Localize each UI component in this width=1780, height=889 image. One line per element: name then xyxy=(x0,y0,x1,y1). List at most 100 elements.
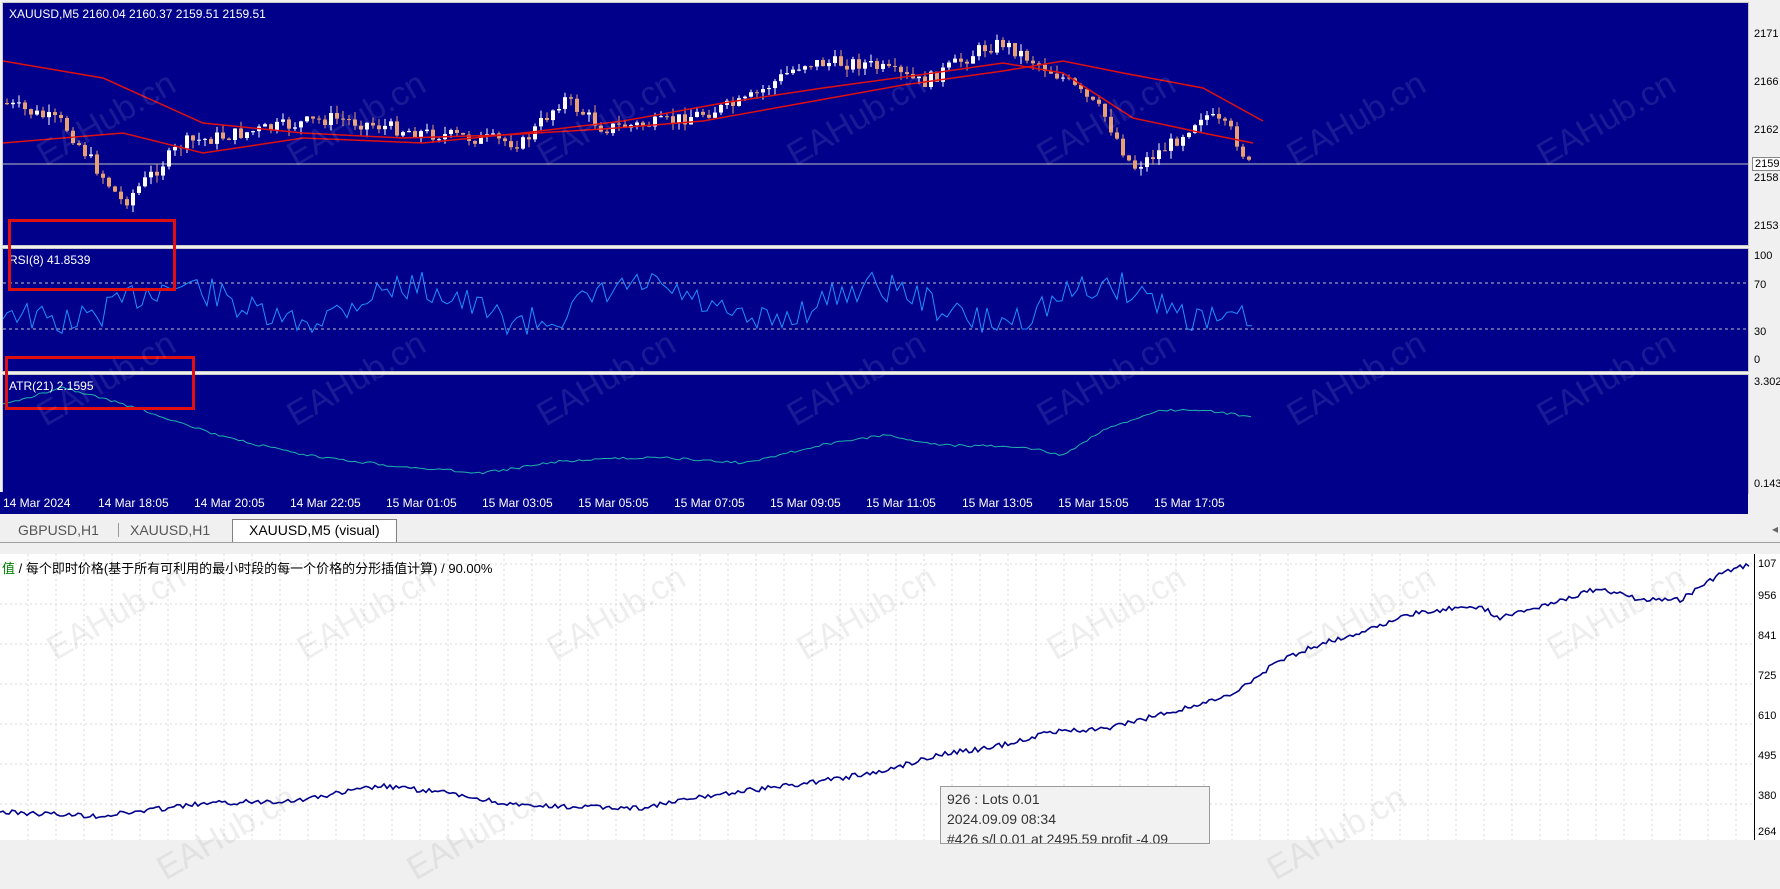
tooltip-line: 2024.09.09 08:34 xyxy=(947,811,1056,827)
atr-pane[interactable]: ATR(21) 2.1595 xyxy=(2,374,1749,494)
candle-body xyxy=(149,171,153,178)
candle-body xyxy=(1127,155,1131,161)
rsi-pane[interactable]: RSI(8) 41.8539 xyxy=(2,248,1749,372)
candle-body xyxy=(1181,137,1185,146)
candle-body xyxy=(677,114,681,123)
candle-body xyxy=(1055,73,1059,79)
candle-body xyxy=(401,132,405,136)
candle-body xyxy=(251,131,255,133)
price-pane[interactable]: XAUUSD,M5 2160.04 2160.37 2159.51 2159.5… xyxy=(2,2,1749,246)
time-axis-label: 15 Mar 09:05 xyxy=(770,496,841,510)
tab-xauusd-m5-visual[interactable]: XAUUSD,M5 (visual) xyxy=(232,519,397,542)
candle-body xyxy=(431,129,435,140)
chart-window[interactable]: XAUUSD,M5 2160.04 2160.37 2159.51 2159.5… xyxy=(0,0,1780,516)
candle-body xyxy=(1061,77,1065,79)
candle-body xyxy=(773,81,777,89)
candle-body xyxy=(197,139,201,141)
moving-average-fast-line xyxy=(3,62,1254,154)
candle-body xyxy=(1019,50,1023,57)
candle-body xyxy=(11,102,15,105)
candle-body xyxy=(1097,99,1101,104)
time-axis-label: 15 Mar 15:05 xyxy=(1058,496,1129,510)
candle-body xyxy=(515,147,519,149)
price-scale[interactable]: 2171 2166 2162 2159 2158 2153 xyxy=(1750,2,1780,246)
candle-body xyxy=(557,108,561,111)
candle-body xyxy=(1247,156,1251,160)
candle-body xyxy=(347,119,351,121)
candle-body xyxy=(713,112,717,118)
candle-body xyxy=(473,140,477,144)
candle-body xyxy=(893,65,897,67)
candle-body xyxy=(503,138,507,142)
tab-xauusd-h1[interactable]: XAUUSD,H1 xyxy=(114,520,226,540)
candle-body xyxy=(701,111,705,115)
rsi-scale[interactable]: 100 70 30 0 xyxy=(1750,248,1780,372)
candle-body xyxy=(53,112,57,116)
graph-title-text: / 每个即时价格(基于所有可利用的最小时段的每一个价格的分形插值计算) / 90… xyxy=(15,561,493,576)
rsi-scale-tick: 30 xyxy=(1754,326,1767,338)
balance-scale-tick: 264 xyxy=(1758,826,1777,838)
candle-body xyxy=(167,150,171,167)
candle-body xyxy=(1217,114,1221,119)
candle-body xyxy=(1157,150,1161,160)
tab-scroll-arrow-icon[interactable]: ◂ xyxy=(1772,522,1778,536)
tab-gbpusd-h1[interactable]: GBPUSD,H1 xyxy=(2,520,115,540)
candle-body xyxy=(59,115,63,118)
candle-body xyxy=(1205,115,1209,120)
time-axis-label: 15 Mar 03:05 xyxy=(482,496,553,510)
balance-scale-tick: 495 xyxy=(1758,750,1777,762)
candle-body xyxy=(1115,132,1119,139)
candle-body xyxy=(125,199,129,206)
graph-title: 值 / 每个即时价格(基于所有可利用的最小时段的每一个价格的分形插值计算) / … xyxy=(2,558,492,577)
time-axis-label: 15 Mar 13:05 xyxy=(962,496,1033,510)
chart-tab-bar: GBPUSD,H1 XAUUSD,H1 XAUUSD,M5 (visual) ◂ xyxy=(0,518,1780,543)
candle-body xyxy=(1025,50,1029,61)
balance-graph-window[interactable]: 值 / 每个即时价格(基于所有可利用的最小时段的每一个价格的分形插值计算) / … xyxy=(0,554,1780,888)
candle-body xyxy=(227,138,231,140)
candle-body xyxy=(767,88,771,90)
candle-body xyxy=(1121,138,1125,156)
candle-body xyxy=(749,92,753,97)
rsi-chart-svg xyxy=(3,271,1748,336)
atr-scale[interactable]: 3.302 0.143 xyxy=(1750,374,1780,494)
candle-body xyxy=(827,62,831,67)
candle-body xyxy=(353,119,357,126)
candle-body xyxy=(833,56,837,63)
candle-body xyxy=(1223,118,1227,121)
candle-body xyxy=(1211,114,1215,116)
candle-body xyxy=(1199,119,1203,126)
candle-body xyxy=(1001,39,1005,48)
candle-body xyxy=(539,117,543,127)
candle-body xyxy=(1235,126,1239,147)
price-scale-tick: 2162 xyxy=(1754,124,1779,136)
time-axis-label: 14 Mar 2024 xyxy=(3,496,71,510)
candle-body xyxy=(815,59,819,67)
balance-scale-tick: 380 xyxy=(1758,790,1777,802)
candle-body xyxy=(521,137,525,149)
candle-body xyxy=(863,62,867,69)
candle-body xyxy=(1169,138,1173,151)
candle-body xyxy=(869,61,873,63)
candle-body xyxy=(785,73,789,75)
candle-body xyxy=(143,177,147,187)
trade-tooltip: 926 : Lots 0.01 2024.09.09 08:34 #426 s/… xyxy=(940,786,1210,844)
candle-body xyxy=(695,111,699,117)
candle-body xyxy=(845,65,849,70)
candle-body xyxy=(161,166,165,176)
candle-body xyxy=(1145,157,1149,168)
price-chart-svg xyxy=(3,34,1748,213)
candle-body xyxy=(1163,150,1167,152)
time-axis-label: 14 Mar 18:05 xyxy=(98,496,169,510)
candle-body xyxy=(1013,42,1017,57)
candle-body xyxy=(311,116,315,119)
moving-average-slow-line xyxy=(3,60,1264,139)
rsi-scale-tick: 100 xyxy=(1754,250,1773,262)
candle-body xyxy=(371,122,375,126)
candle-body xyxy=(887,63,891,66)
candle-body xyxy=(791,69,795,74)
balance-scale-tick: 956 xyxy=(1758,590,1777,602)
balance-graph-plot[interactable]: 值 / 每个即时价格(基于所有可利用的最小时段的每一个价格的分形插值计算) / … xyxy=(0,554,1755,888)
candle-body xyxy=(803,66,807,70)
candle-body xyxy=(575,98,579,112)
time-axis-label: 15 Mar 07:05 xyxy=(674,496,745,510)
